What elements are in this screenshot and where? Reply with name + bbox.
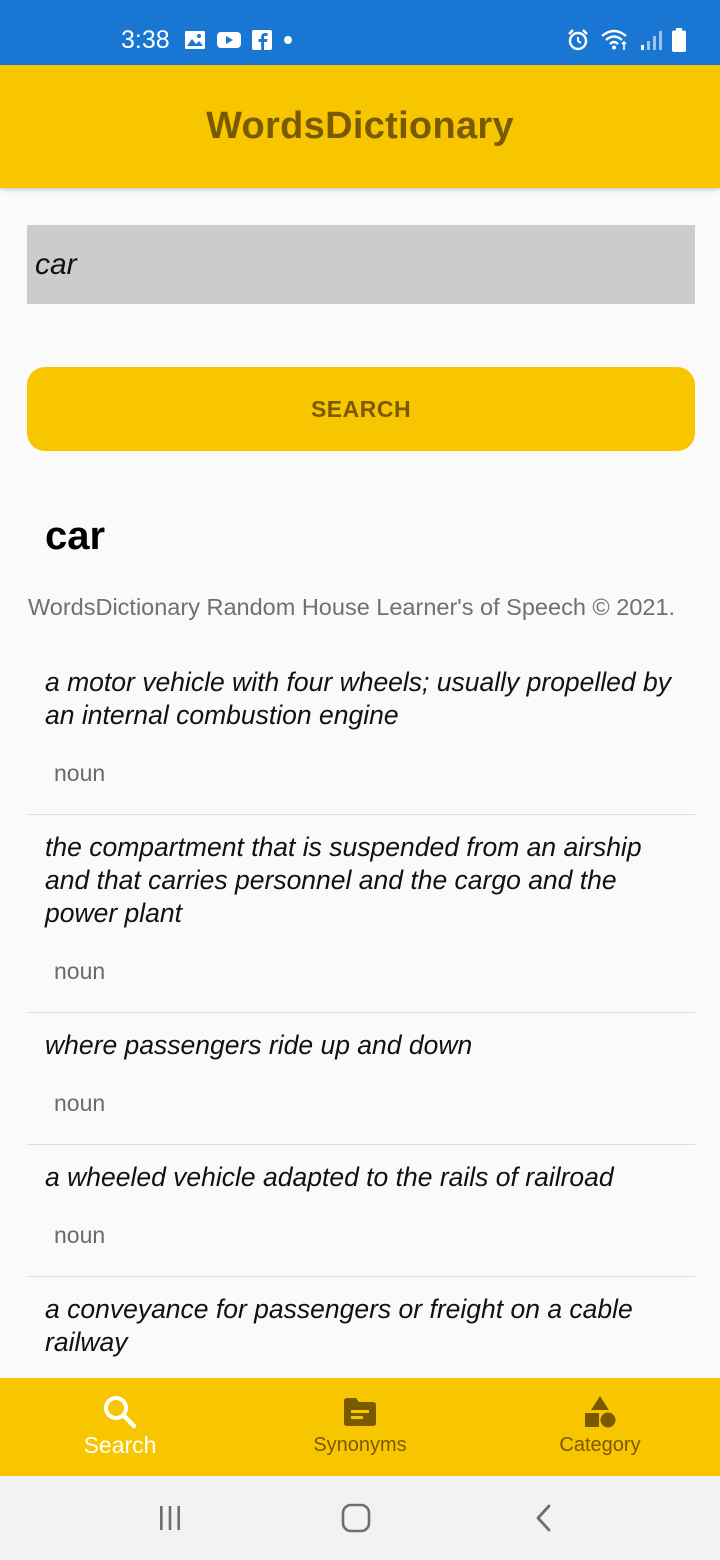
wifi-icon xyxy=(601,29,627,50)
gallery-icon xyxy=(185,31,205,49)
nav-item-category[interactable]: Category xyxy=(480,1378,720,1476)
status-bar: 3:38 xyxy=(0,0,720,65)
status-time: 3:38 xyxy=(121,26,170,54)
list-item: where passengers ride up and down noun xyxy=(27,1013,695,1145)
recent-apps-button[interactable] xyxy=(150,1498,190,1538)
nav-item-synonyms[interactable]: Synonyms xyxy=(240,1378,480,1476)
signal-icon xyxy=(641,31,662,50)
app-bar: WordsDictionary xyxy=(0,65,720,188)
definition-text: a motor vehicle with four wheels; usuall… xyxy=(45,667,672,730)
youtube-icon xyxy=(217,32,241,48)
battery-icon xyxy=(672,28,686,52)
search-icon xyxy=(104,1396,137,1429)
search-button[interactable]: SEARCH xyxy=(27,367,695,451)
nav-label-search: Search xyxy=(83,1432,157,1458)
definition-text: a wheeled vehicle adapted to the rails o… xyxy=(45,1162,614,1192)
part-of-speech: noun xyxy=(54,760,106,786)
home-button[interactable] xyxy=(336,1498,376,1538)
dot-icon xyxy=(284,36,292,44)
back-button[interactable] xyxy=(524,1498,564,1538)
definition-text: the compartment that is suspended from a… xyxy=(45,832,642,928)
list-item: a wheeled vehicle adapted to the rails o… xyxy=(27,1145,695,1277)
alarm-icon xyxy=(568,29,588,51)
recent-apps-icon xyxy=(160,1506,180,1530)
list-item: a conveyance for passengers or freight o… xyxy=(27,1277,695,1378)
shapes-icon xyxy=(585,1396,616,1428)
part-of-speech: noun xyxy=(54,1222,106,1248)
source-line: WordsDictionary Random House Learner's o… xyxy=(28,594,676,620)
bottom-nav: Search Synonyms Category xyxy=(0,1378,720,1476)
definitions-list[interactable]: a motor vehicle with four wheels; usuall… xyxy=(27,650,695,1378)
nav-label-synonyms: Synonyms xyxy=(313,1434,407,1456)
system-nav-bar xyxy=(0,1476,720,1560)
search-input[interactable] xyxy=(27,225,695,304)
nav-item-search[interactable]: Search xyxy=(0,1378,240,1476)
back-icon xyxy=(536,1504,551,1532)
list-item: a motor vehicle with four wheels; usuall… xyxy=(27,650,695,815)
facebook-icon xyxy=(252,30,272,50)
nav-label-category: Category xyxy=(559,1434,641,1456)
app-title: WordsDictionary xyxy=(206,105,514,147)
part-of-speech: noun xyxy=(54,958,106,984)
definition-text: where passengers ride up and down xyxy=(45,1030,473,1060)
part-of-speech: noun xyxy=(45,1359,677,1378)
word-title: car xyxy=(45,514,106,558)
home-icon xyxy=(341,1503,371,1533)
part-of-speech: noun xyxy=(54,1090,106,1116)
list-item: the compartment that is suspended from a… xyxy=(27,815,695,1013)
definition-text: a conveyance for passengers or freight o… xyxy=(45,1294,633,1357)
folder-icon xyxy=(344,1398,376,1426)
